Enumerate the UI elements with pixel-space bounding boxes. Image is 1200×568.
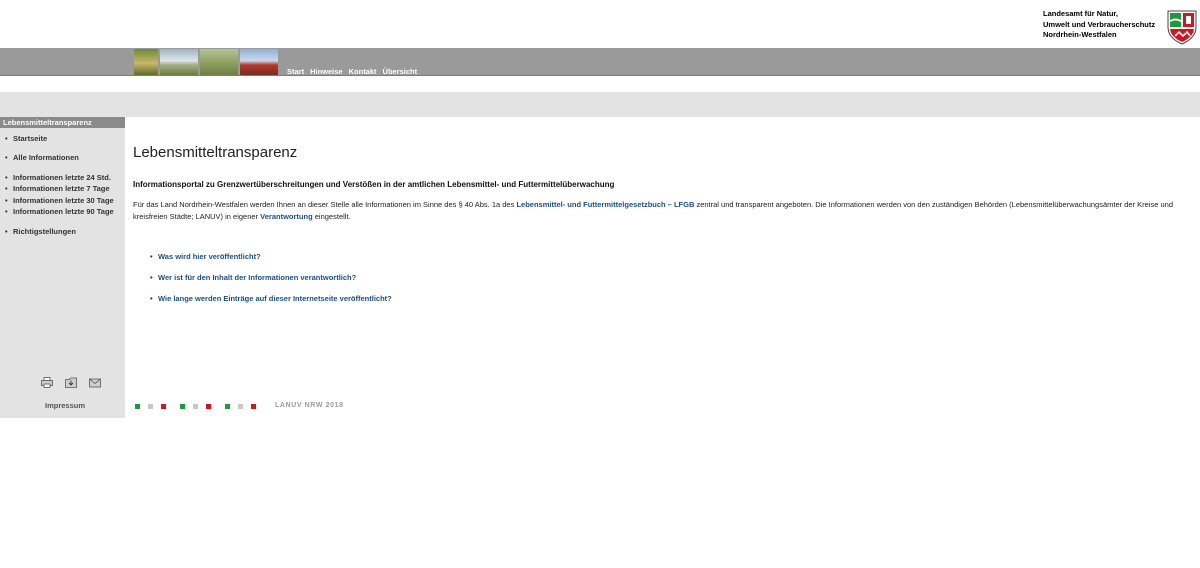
- page-subtitle: Informationsportal zu Grenzwertüberschre…: [133, 180, 615, 189]
- footer-copyright: LANUV NRW 2018: [275, 402, 344, 409]
- sidebar-item-label: Alle Informationen: [13, 153, 79, 162]
- faq-item: • Wer ist für den Inhalt der Informatione…: [150, 273, 356, 282]
- bullet: •: [5, 184, 8, 193]
- square-red: [161, 404, 166, 409]
- sidebar-item-label: Startseite: [13, 134, 48, 143]
- intro-paragraph: Für das Land Nordrhein-Westfalen werden …: [133, 199, 1193, 222]
- intro-text-3: eingestellt.: [312, 211, 351, 221]
- faq-item: • Was wird hier veröffentlicht?: [150, 252, 261, 261]
- nav-uebersicht[interactable]: Übersicht: [383, 67, 418, 76]
- sidebar-item-label: Richtigstellungen: [13, 227, 76, 236]
- org-line-3: Nordrhein-Westfalen: [1043, 30, 1117, 39]
- square-green: [135, 404, 140, 409]
- faq-link-was[interactable]: Was wird hier veröffentlicht?: [158, 252, 261, 261]
- nrw-crest-logo[interactable]: [1166, 9, 1198, 45]
- bullet: •: [5, 227, 8, 236]
- org-line-1: Landesamt für Natur,: [1043, 9, 1119, 18]
- navigation-band: Start Hinweise Kontakt Übersicht: [0, 48, 1200, 76]
- sidebar: Lebensmitteltransparenz • Startseite • All…: [0, 117, 125, 418]
- mail-icon[interactable]: [89, 375, 101, 388]
- bullet: •: [5, 173, 8, 182]
- intro-text-1: Für das Land Nordrhein-Westfalen werden …: [133, 200, 517, 209]
- faq-link-wer[interactable]: Wer ist für den Inhalt der Informationen…: [158, 273, 356, 282]
- lfgb-link[interactable]: Lebensmittel- und Futtermittelgesetzbuch…: [516, 200, 694, 209]
- sidebar-item-richtigstellungen[interactable]: • Richtigstellungen: [5, 227, 76, 236]
- bullet: •: [150, 273, 153, 282]
- nav-start[interactable]: Start: [287, 67, 304, 76]
- sidebar-item-7-tage[interactable]: • Informationen letzte 7 Tage: [5, 184, 110, 193]
- header-image-animal: [134, 49, 158, 75]
- print-icon[interactable]: [41, 375, 53, 388]
- square-grey: [193, 404, 198, 409]
- sidebar-item-label: Informationen letzte 7 Tage: [13, 184, 110, 193]
- square-red: [251, 404, 256, 409]
- sidebar-item-label: Informationen letzte 30 Tage: [13, 196, 114, 205]
- square-grey: [148, 404, 153, 409]
- sidebar-item-startseite[interactable]: • Startseite: [5, 134, 47, 143]
- verantwortung-link[interactable]: Verantwortung: [260, 212, 313, 221]
- nav-kontakt[interactable]: Kontakt: [349, 67, 377, 76]
- sidebar-item-alle-informationen[interactable]: • Alle Informationen: [5, 153, 79, 162]
- org-line-2: Umwelt und Verbraucherschutz: [1043, 19, 1156, 29]
- sidebar-item-90-tage[interactable]: • Informationen letzte 90 Tage: [5, 207, 114, 216]
- bullet: •: [5, 207, 8, 216]
- sidebar-item-label: Informationen letzte 24 Std.: [13, 173, 111, 182]
- header-image-field: [160, 49, 198, 75]
- main-content: Lebensmitteltransparenz Informationsport…: [125, 117, 1200, 418]
- bullet: •: [5, 196, 8, 205]
- square-green: [225, 404, 230, 409]
- header-image-building: [240, 49, 278, 75]
- bullet: •: [5, 153, 8, 162]
- header-images: [134, 49, 278, 75]
- top-bar: Landesamt für Natur, Umwelt und Verbrauc…: [0, 0, 1200, 48]
- header-image-plants: [200, 49, 238, 75]
- top-navigation: Start Hinweise Kontakt Übersicht: [287, 67, 417, 76]
- sidebar-item-24-std[interactable]: • Informationen letzte 24 Std.: [5, 173, 111, 182]
- sidebar-item-label: Informationen letzte 90 Tage: [13, 207, 114, 216]
- sidebar-tools: [41, 375, 101, 388]
- faq-item: • Wie lange werden Einträge auf dieser In…: [150, 294, 392, 303]
- bullet: •: [150, 294, 153, 303]
- bullet: •: [150, 252, 153, 261]
- square-green: [180, 404, 185, 409]
- download-icon[interactable]: [65, 375, 77, 388]
- impressum-link[interactable]: Impressum: [45, 401, 85, 410]
- nav-hinweise[interactable]: Hinweise: [310, 67, 343, 76]
- organization-name: Landesamt für Natur, Umwelt und Verbrauc…: [1043, 9, 1155, 41]
- decorative-squares: [135, 404, 264, 409]
- square-grey: [238, 404, 243, 409]
- page-title: Lebensmitteltransparenz: [133, 144, 298, 161]
- square-red: [206, 404, 211, 409]
- sidebar-item-30-tage[interactable]: • Informationen letzte 30 Tage: [5, 196, 114, 205]
- sidebar-heading: Lebensmitteltransparenz: [0, 117, 125, 128]
- faq-link-wie-lange[interactable]: Wie lange werden Einträge auf dieser Int…: [158, 294, 392, 303]
- breadcrumb-strip: [0, 92, 1200, 117]
- bullet: •: [5, 134, 8, 143]
